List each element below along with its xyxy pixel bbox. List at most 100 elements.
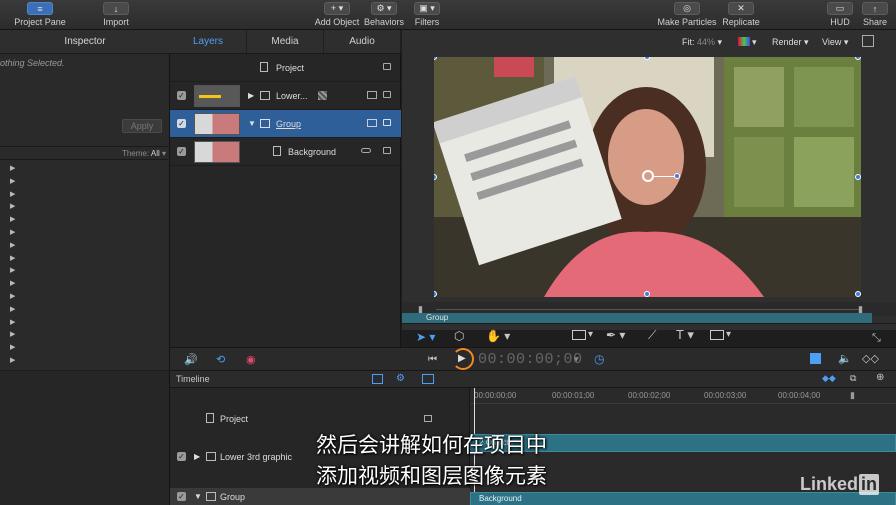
lock-icon[interactable] bbox=[383, 91, 391, 98]
layer-row-group[interactable]: ✓ ▼ Group bbox=[170, 110, 401, 138]
tab-media[interactable]: Media bbox=[247, 30, 324, 53]
disclosure-arrow-icon[interactable]: ▶ bbox=[10, 355, 20, 368]
main-toolbar: ≡ Project Pane ↓ Import + ▾ Add Object ⚙… bbox=[0, 0, 896, 30]
tab-audio[interactable]: Audio bbox=[324, 30, 401, 53]
chevron-down-icon[interactable]: ▾ bbox=[574, 354, 579, 365]
lock-icon[interactable] bbox=[424, 415, 432, 422]
loop-icon[interactable]: ⟲ bbox=[216, 353, 225, 366]
filters-button[interactable]: ▣ ▾ Filters bbox=[410, 0, 444, 30]
disclosure-triangle-icon[interactable]: ▶ bbox=[248, 91, 254, 100]
group-strip[interactable]: Group bbox=[402, 313, 872, 323]
snap-icon[interactable]: ⧉ bbox=[850, 373, 856, 384]
select-arrow-icon[interactable]: ➤ ▾ bbox=[416, 330, 435, 344]
replicate-button[interactable]: ✕ Replicate bbox=[720, 0, 762, 30]
paint-stroke-icon[interactable]: ⟋ bbox=[648, 328, 656, 343]
disclosure-arrow-icon[interactable]: ▶ bbox=[10, 214, 20, 227]
mask-tool-icon[interactable] bbox=[710, 330, 724, 340]
disclosure-triangle-icon[interactable]: ▶ bbox=[194, 452, 200, 461]
lock-icon[interactable] bbox=[383, 63, 391, 70]
disclosure-arrow-icon[interactable]: ▶ bbox=[10, 163, 20, 176]
disclosure-arrow-icon[interactable]: ▶ bbox=[10, 227, 20, 240]
chevron-down-icon[interactable]: ▾ bbox=[588, 329, 593, 340]
theme-filter[interactable]: Theme: All ▾ bbox=[0, 146, 170, 160]
visibility-checkbox[interactable]: ✓ bbox=[177, 147, 186, 156]
chevron-down-icon[interactable]: ▾ bbox=[752, 37, 757, 48]
disclosure-arrow-icon[interactable]: ▶ bbox=[10, 317, 20, 330]
layer-row-background[interactable]: ✓ Background bbox=[170, 138, 401, 166]
text-tool-icon[interactable]: T ▾ bbox=[676, 327, 694, 343]
behaviors-button[interactable]: ⚙ ▾ Behaviors bbox=[362, 0, 406, 30]
zoom-icon[interactable]: ⊕ bbox=[876, 372, 884, 383]
lock-icon[interactable] bbox=[383, 119, 391, 126]
document-icon bbox=[206, 413, 214, 423]
film-strip-icon[interactable] bbox=[810, 353, 821, 364]
disclosure-arrow-icon[interactable]: ▶ bbox=[10, 176, 20, 189]
visibility-checkbox[interactable]: ✓ bbox=[177, 119, 186, 128]
transform-handle[interactable] bbox=[855, 291, 861, 297]
rotation-handle[interactable] bbox=[674, 173, 680, 179]
timecode-display[interactable]: 00:00:00;00 bbox=[478, 351, 583, 368]
blend-icon[interactable] bbox=[367, 119, 377, 127]
play-icon[interactable]: ▶ bbox=[458, 353, 466, 364]
color-channel-icon[interactable] bbox=[738, 37, 750, 46]
anchor-point-icon[interactable] bbox=[642, 170, 654, 182]
clock-icon[interactable]: ◷ bbox=[594, 352, 604, 366]
rectangle-tool-icon[interactable] bbox=[572, 330, 586, 340]
disclosure-triangle-icon[interactable]: ▼ bbox=[248, 119, 256, 128]
view-label: View bbox=[822, 37, 842, 47]
tab-layers[interactable]: Layers bbox=[170, 30, 247, 53]
video-canvas[interactable] bbox=[434, 57, 861, 297]
render-menu[interactable]: Render ▾ bbox=[772, 37, 809, 48]
disclosure-arrow-icon[interactable]: ▶ bbox=[10, 291, 20, 304]
visibility-checkbox[interactable]: ✓ bbox=[177, 91, 186, 100]
grid-view-icon[interactable] bbox=[372, 374, 383, 384]
visibility-checkbox[interactable]: ✓ bbox=[177, 492, 186, 501]
pan-tool-icon[interactable]: ⬡ bbox=[454, 329, 464, 343]
project-pane-button[interactable]: ≡ Project Pane bbox=[12, 0, 68, 30]
share-button[interactable]: ↑ Share bbox=[860, 0, 890, 30]
bezier-pen-icon[interactable]: ✒ ▾ bbox=[606, 328, 625, 342]
hud-button[interactable]: ▭ HUD bbox=[826, 0, 854, 30]
disclosure-arrow-icon[interactable]: ▶ bbox=[10, 265, 20, 278]
keyframe-nav-icon[interactable]: ◇◇ bbox=[862, 352, 879, 365]
canvas-layout-icon[interactable] bbox=[862, 35, 874, 47]
view-menu[interactable]: View ▾ bbox=[822, 37, 848, 48]
add-object-button[interactable]: + ▾ Add Object bbox=[312, 0, 362, 30]
transform-handle[interactable] bbox=[644, 291, 650, 297]
layer-row-project[interactable]: Project bbox=[170, 54, 401, 82]
replicate-icon: ✕ bbox=[728, 2, 754, 15]
settings-gear-icon[interactable]: ⚙ bbox=[396, 373, 405, 384]
import-button[interactable]: ↓ Import bbox=[98, 0, 134, 30]
disclosure-arrow-icon[interactable]: ▶ bbox=[10, 304, 20, 317]
lock-icon[interactable] bbox=[383, 147, 391, 154]
disclosure-arrow-icon[interactable]: ▶ bbox=[10, 201, 20, 214]
go-to-start-icon[interactable]: ⏮ bbox=[428, 354, 437, 365]
make-particles-button[interactable]: ◎ Make Particles bbox=[656, 0, 718, 30]
record-icon[interactable]: ◉ bbox=[246, 353, 256, 366]
disclosure-arrow-icon[interactable]: ▶ bbox=[10, 278, 20, 291]
layer-row-lower[interactable]: ✓ ▶ Lower... bbox=[170, 82, 401, 110]
chevron-down-icon[interactable]: ▾ bbox=[726, 329, 731, 340]
out-point-marker-icon[interactable]: ▮ bbox=[850, 390, 855, 401]
visibility-checkbox[interactable]: ✓ bbox=[177, 452, 186, 461]
disclosure-arrow-icon[interactable]: ▶ bbox=[10, 189, 20, 202]
make-particles-label: Make Particles bbox=[657, 17, 717, 27]
disclosure-triangle-icon[interactable]: ▼ bbox=[194, 492, 202, 501]
disclosure-arrow-icon[interactable]: ▶ bbox=[10, 329, 20, 342]
transport-bar: 🔊 ⟲ ◉ ⏮ ▶ 00:00:00;00 ▾ ◷ 🔈 ◇◇ bbox=[170, 347, 896, 371]
disclosure-arrow-icon[interactable]: ▶ bbox=[10, 240, 20, 253]
timeline-ruler[interactable]: 00:00:00;00 00:00:01;00 00:00:02;00 00:0… bbox=[470, 388, 896, 404]
disclosure-arrow-icon[interactable]: ▶ bbox=[10, 253, 20, 266]
tab-inspector[interactable]: Inspector bbox=[0, 30, 170, 54]
apply-button[interactable]: Apply bbox=[122, 119, 162, 133]
link-icon[interactable] bbox=[361, 148, 371, 153]
transform-handle[interactable] bbox=[855, 174, 861, 180]
keyframe-icon[interactable]: ◆◆ bbox=[822, 373, 836, 384]
speaker-icon[interactable]: 🔈 bbox=[838, 352, 852, 365]
blend-icon[interactable] bbox=[367, 91, 377, 99]
layers-stack-icon[interactable] bbox=[422, 374, 434, 384]
audio-icon[interactable]: 🔊 bbox=[184, 353, 198, 366]
hand-icon[interactable]: ✋ ▾ bbox=[486, 329, 510, 343]
fit-zoom-menu[interactable]: Fit: 44% ▾ bbox=[682, 37, 722, 48]
disclosure-arrow-icon[interactable]: ▶ bbox=[10, 342, 20, 355]
